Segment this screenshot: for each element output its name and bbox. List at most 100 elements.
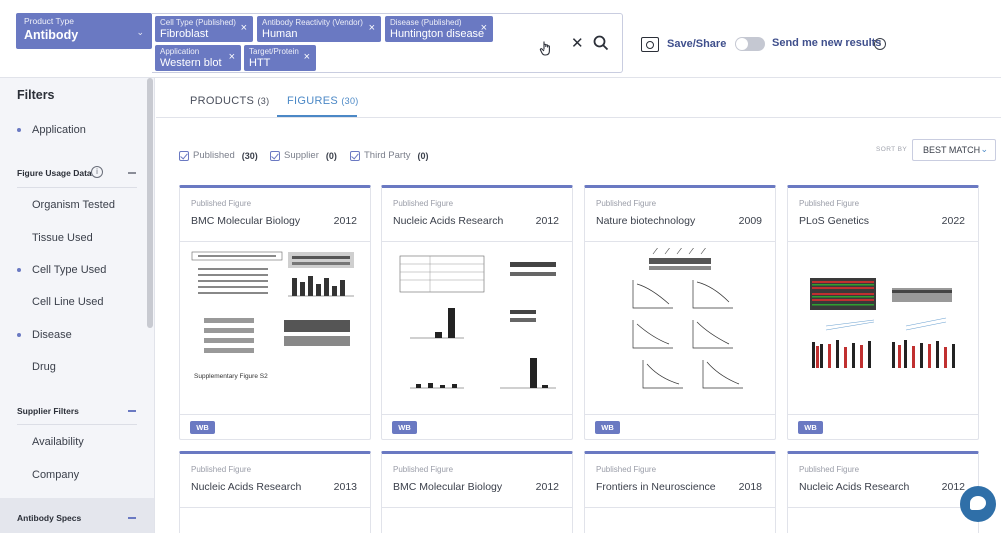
filter-published[interactable]: Published (30) xyxy=(179,150,258,161)
divider xyxy=(180,241,370,242)
checkbox-icon[interactable] xyxy=(270,150,280,161)
divider xyxy=(788,414,978,415)
sidebar-item-drug[interactable]: Drug xyxy=(32,361,56,373)
filter-count: (30) xyxy=(241,150,258,161)
sidebar-item-application[interactable]: Application xyxy=(32,124,86,136)
info-icon[interactable]: i xyxy=(874,38,886,50)
collapse-icon[interactable] xyxy=(128,410,136,412)
clear-search-icon[interactable]: ✕ xyxy=(571,34,584,52)
sidebar-section-antibody-specs-bar[interactable]: Antibody Specs xyxy=(0,498,154,533)
filter-chip-target-protein[interactable]: Target/Protein HTT × xyxy=(244,45,316,71)
chip-value: Fibroblast xyxy=(160,28,209,40)
filter-label: Supplier xyxy=(284,150,319,161)
filter-chip-antibody-reactivity[interactable]: Antibody Reactivity (Vendor) Human × xyxy=(257,16,381,42)
tab-products[interactable]: PRODUCTS (3) xyxy=(190,95,269,107)
close-icon[interactable]: × xyxy=(369,23,375,34)
card-year: 2012 xyxy=(535,481,559,493)
results-tabs: PRODUCTS (3) FIGURES (30) xyxy=(156,78,1001,118)
filter-third-party[interactable]: Third Party (0) xyxy=(350,150,428,161)
save-share-button[interactable]: Save/Share xyxy=(641,36,726,52)
filter-chip-application[interactable]: Application Western blot × xyxy=(155,45,241,71)
sidebar-item-tissue-used[interactable]: Tissue Used xyxy=(32,232,93,244)
sort-select[interactable]: BEST MATCH ⌄ xyxy=(912,139,996,161)
filter-label: Published xyxy=(193,150,235,161)
filter-supplier[interactable]: Supplier (0) xyxy=(270,150,337,161)
tab-figures[interactable]: FIGURES (30) xyxy=(287,95,359,107)
tab-label: PRODUCTS xyxy=(190,95,255,107)
card-journal: Nature biotechnology xyxy=(596,215,696,227)
chip-label: Antibody Reactivity (Vendor) xyxy=(262,18,363,27)
figure-card[interactable]: Published Figure Nucleic Acids Research … xyxy=(179,451,371,533)
sidebar-item-company[interactable]: Company xyxy=(32,469,79,481)
chevron-down-icon: ⌄ xyxy=(980,144,988,154)
search-box[interactable]: Cell Type (Published) Fibroblast × Antib… xyxy=(152,13,623,73)
chip-value: Huntington disease xyxy=(390,28,485,40)
figure-caption: Supplementary Figure S2 xyxy=(194,373,268,380)
card-type: Published Figure xyxy=(393,465,454,474)
divider xyxy=(788,241,978,242)
product-type-select[interactable]: Product Type Antibody ⌄ xyxy=(16,13,152,49)
sidebar-section-figure-usage[interactable]: Figure Usage Data xyxy=(17,168,92,178)
application-tag: WB xyxy=(190,421,215,434)
chevron-down-icon: ⌄ xyxy=(136,27,144,37)
figure-thumbnail: Supplementary Figure S2 xyxy=(191,251,354,380)
active-filter-dot xyxy=(17,268,21,272)
sidebar-item-disease[interactable]: Disease xyxy=(32,329,72,341)
figure-card[interactable]: Published Figure Nature biotechnology 20… xyxy=(584,185,776,440)
figure-card[interactable]: Published Figure BMC Molecular Biology 2… xyxy=(179,185,371,440)
chat-icon[interactable] xyxy=(960,486,996,522)
sidebar-section-supplier-filters[interactable]: Supplier Filters xyxy=(17,406,79,416)
figure-card[interactable]: Published Figure Nucleic Acids Research … xyxy=(787,451,979,533)
card-year: 2009 xyxy=(738,215,762,227)
save-share-icon xyxy=(641,36,659,52)
sidebar-item-cell-type-used[interactable]: Cell Type Used xyxy=(32,264,106,276)
card-year: 2012 xyxy=(535,215,559,227)
collapse-icon[interactable] xyxy=(128,172,136,174)
filters-sidebar: Filters Application Figure Usage Data i … xyxy=(0,78,155,533)
card-journal: Nucleic Acids Research xyxy=(799,481,910,493)
top-search-bar: Product Type Antibody ⌄ Cell Type (Publi… xyxy=(0,0,1001,78)
sidebar-scrollbar[interactable] xyxy=(147,78,153,328)
close-icon[interactable]: × xyxy=(304,52,310,63)
save-share-label: Save/Share xyxy=(667,38,727,50)
search-icon[interactable] xyxy=(593,35,609,51)
divider xyxy=(585,414,775,415)
tab-label: FIGURES xyxy=(287,95,338,107)
hand-cursor-icon xyxy=(539,41,550,56)
send-results-toggle[interactable] xyxy=(735,37,765,51)
sidebar-item-cell-line-used[interactable]: Cell Line Used xyxy=(32,296,104,308)
card-type: Published Figure xyxy=(191,465,252,474)
sort-value: BEST MATCH xyxy=(923,145,981,155)
figure-card[interactable]: Published Figure Nucleic Acids Research … xyxy=(381,185,573,440)
card-journal: BMC Molecular Biology xyxy=(191,215,301,227)
figure-card[interactable]: Published Figure Frontiers in Neuroscien… xyxy=(584,451,776,533)
close-icon[interactable]: × xyxy=(241,23,247,34)
card-year: 2018 xyxy=(738,481,762,493)
filter-count: (0) xyxy=(417,150,429,161)
close-icon[interactable]: × xyxy=(229,52,235,63)
checkbox-icon[interactable] xyxy=(179,150,189,161)
card-type: Published Figure xyxy=(799,199,860,208)
filter-chip-disease[interactable]: Disease (Published) Huntington disease × xyxy=(385,16,493,42)
checkbox-icon[interactable] xyxy=(350,150,360,161)
close-icon[interactable]: × xyxy=(481,23,487,34)
sidebar-item-organism-tested[interactable]: Organism Tested xyxy=(32,199,115,211)
info-icon[interactable]: i xyxy=(91,166,103,178)
product-type-value: Antibody xyxy=(24,28,79,42)
figure-card[interactable]: Published Figure PLoS Genetics 2022 WB xyxy=(787,185,979,440)
card-type: Published Figure xyxy=(191,199,252,208)
chip-value: HTT xyxy=(249,57,271,69)
figure-thumbnail xyxy=(632,248,743,389)
card-year: 2012 xyxy=(333,215,357,227)
figure-card[interactable]: Published Figure BMC Molecular Biology 2… xyxy=(381,451,573,533)
card-type: Published Figure xyxy=(596,199,657,208)
card-journal: PLoS Genetics xyxy=(799,215,870,227)
collapse-icon[interactable] xyxy=(128,517,136,519)
figure-thumbnail xyxy=(399,255,556,389)
filter-chip-cell-type[interactable]: Cell Type (Published) Fibroblast × xyxy=(155,16,253,42)
chip-label: Disease (Published) xyxy=(390,18,462,27)
sidebar-section-antibody-specs: Antibody Specs xyxy=(17,513,82,523)
chip-label: Target/Protein xyxy=(249,47,299,56)
sidebar-item-availability[interactable]: Availability xyxy=(32,436,84,448)
tab-count: (30) xyxy=(341,96,359,106)
